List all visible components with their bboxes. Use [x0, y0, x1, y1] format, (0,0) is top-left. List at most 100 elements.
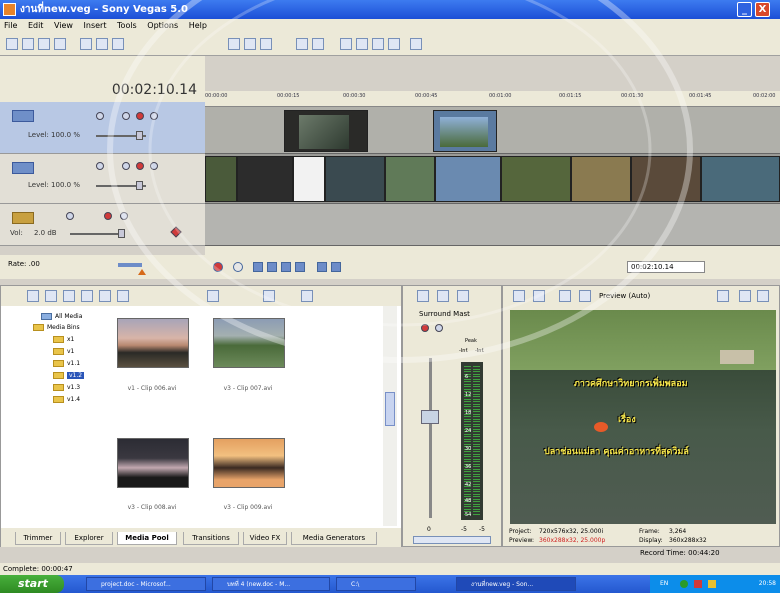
zoom-icon[interactable]	[301, 290, 313, 302]
time-ruler[interactable]: 00:00:00 00:00:15 00:00:30 00:00:45 00:0…	[205, 91, 780, 107]
tray-app-icon[interactable]	[708, 580, 716, 588]
loop-button[interactable]	[233, 262, 243, 272]
properties-icon[interactable]	[54, 38, 66, 50]
save-icon[interactable]	[38, 38, 50, 50]
video-clip[interactable]	[325, 156, 385, 202]
mute-icon[interactable]	[122, 162, 130, 170]
record-arm-icon[interactable]	[136, 162, 144, 170]
antivirus-icon[interactable]	[694, 580, 702, 588]
auto-ripple-icon[interactable]	[356, 38, 368, 50]
menu-edit[interactable]: Edit	[28, 21, 44, 30]
media-thumbnail[interactable]	[213, 438, 285, 488]
taskbar-task-active[interactable]: งานที่new.veg - Son...	[456, 577, 576, 591]
window-title-bar[interactable]: งานที่new.veg - Sony Vegas 5.0 _ X	[0, 0, 780, 19]
import-media-icon[interactable]	[27, 290, 39, 302]
close-button[interactable]: X	[755, 2, 770, 17]
media-pool-scrollbar[interactable]	[383, 306, 397, 526]
video-track-1-lane[interactable]	[205, 107, 780, 154]
media-fx-icon[interactable]	[99, 290, 111, 302]
tree-item-bin[interactable]: v1.4	[53, 395, 80, 404]
video-track-2-lane[interactable]	[205, 154, 780, 204]
pan-marker-icon[interactable]	[170, 226, 182, 238]
rate-slider[interactable]	[118, 263, 142, 267]
solo-icon[interactable]	[150, 112, 158, 120]
mute-icon[interactable]	[66, 212, 74, 220]
tab-transitions[interactable]: Transitions	[183, 532, 239, 545]
solo-icon[interactable]	[120, 212, 128, 220]
level-slider-knob[interactable]	[136, 131, 143, 140]
cut-icon[interactable]	[80, 38, 92, 50]
network-icon[interactable]	[680, 580, 688, 588]
cursor-position-field[interactable]: 00:02:10.14	[627, 261, 705, 273]
video-track-2-header[interactable]: Level: 100.0 %	[0, 154, 205, 204]
master-fader-knob[interactable]	[421, 410, 439, 424]
render-icon[interactable]	[228, 38, 240, 50]
video-clip[interactable]	[385, 156, 435, 202]
audio-track-lane[interactable]	[205, 204, 780, 246]
video-clip[interactable]	[433, 110, 497, 152]
auto-preview-icon[interactable]	[207, 290, 219, 302]
overlays-icon[interactable]	[717, 290, 729, 302]
tree-item-bin-selected[interactable]: v1.2	[53, 371, 85, 380]
save-snapshot-icon[interactable]	[757, 290, 769, 302]
video-clip[interactable]	[293, 156, 325, 202]
tab-media-pool[interactable]: Media Pool	[117, 532, 177, 545]
copy-snapshot-icon[interactable]	[739, 290, 751, 302]
timeline-scrollbar[interactable]	[205, 246, 780, 255]
media-thumbnail[interactable]	[117, 438, 189, 488]
menu-tools[interactable]: Tools	[117, 21, 137, 30]
menu-view[interactable]: View	[54, 21, 73, 30]
tree-item-bin[interactable]: v1	[53, 347, 74, 356]
video-clip[interactable]	[571, 156, 631, 202]
pause-button[interactable]	[281, 262, 291, 272]
tree-item-bin[interactable]: x1	[53, 335, 74, 344]
audio-track-header[interactable]: Vol: 2.0 dB	[0, 204, 205, 246]
video-clip[interactable]	[435, 156, 501, 202]
menu-insert[interactable]: Insert	[84, 21, 107, 30]
video-clip[interactable]	[701, 156, 780, 202]
track-fx-icon[interactable]	[96, 112, 104, 120]
tab-trimmer[interactable]: Trimmer	[15, 532, 61, 545]
taskbar-task[interactable]: project.doc - Microsof...	[86, 577, 206, 591]
tab-video-fx[interactable]: Video FX	[243, 532, 287, 545]
language-indicator[interactable]: EN	[660, 575, 668, 593]
external-monitor-icon[interactable]	[533, 290, 545, 302]
menu-options[interactable]: Options	[147, 21, 178, 30]
media-thumbnail[interactable]	[117, 318, 189, 368]
video-clip[interactable]	[501, 156, 571, 202]
minimize-button[interactable]: _	[737, 2, 752, 17]
tree-item-bin[interactable]: v1.1	[53, 359, 80, 368]
preview-fx-icon[interactable]	[559, 290, 571, 302]
taskbar-task[interactable]: บทที่ 4 (new.doc - M...	[212, 577, 330, 591]
play-button[interactable]	[267, 262, 277, 272]
video-clip[interactable]	[205, 156, 237, 202]
master-fader-track[interactable]	[429, 358, 432, 518]
zoom-icon[interactable]	[388, 38, 400, 50]
video-clip[interactable]	[631, 156, 701, 202]
mixer-mute-icon[interactable]	[435, 324, 443, 332]
mixer-scrollbar[interactable]	[413, 536, 491, 544]
start-button[interactable]: start	[0, 575, 64, 593]
split-screen-icon[interactable]	[579, 290, 591, 302]
stop-button[interactable]	[295, 262, 305, 272]
menu-file[interactable]: File	[4, 21, 17, 30]
record-arm-icon[interactable]	[136, 112, 144, 120]
capture-video-icon[interactable]	[45, 290, 57, 302]
tree-item-media-bins[interactable]: Media Bins	[33, 323, 80, 332]
tree-item-all-media[interactable]: All Media	[41, 312, 82, 321]
record-arm-icon[interactable]	[104, 212, 112, 220]
copy-icon[interactable]	[96, 38, 108, 50]
help-icon[interactable]	[410, 38, 422, 50]
tab-media-generators[interactable]: Media Generators	[291, 532, 377, 545]
record-button[interactable]	[213, 262, 223, 272]
paste-icon[interactable]	[112, 38, 124, 50]
preview-quality-dropdown[interactable]: Preview (Auto)	[599, 292, 650, 300]
menu-help[interactable]: Help	[189, 21, 207, 30]
redo-icon[interactable]	[260, 38, 272, 50]
mute-icon[interactable]	[122, 112, 130, 120]
track-fx-icon[interactable]	[96, 162, 104, 170]
undo-icon[interactable]	[244, 38, 256, 50]
mixer-properties-icon[interactable]	[417, 290, 429, 302]
play-from-start-button[interactable]	[253, 262, 263, 272]
taskbar-task[interactable]: C:\	[336, 577, 416, 591]
